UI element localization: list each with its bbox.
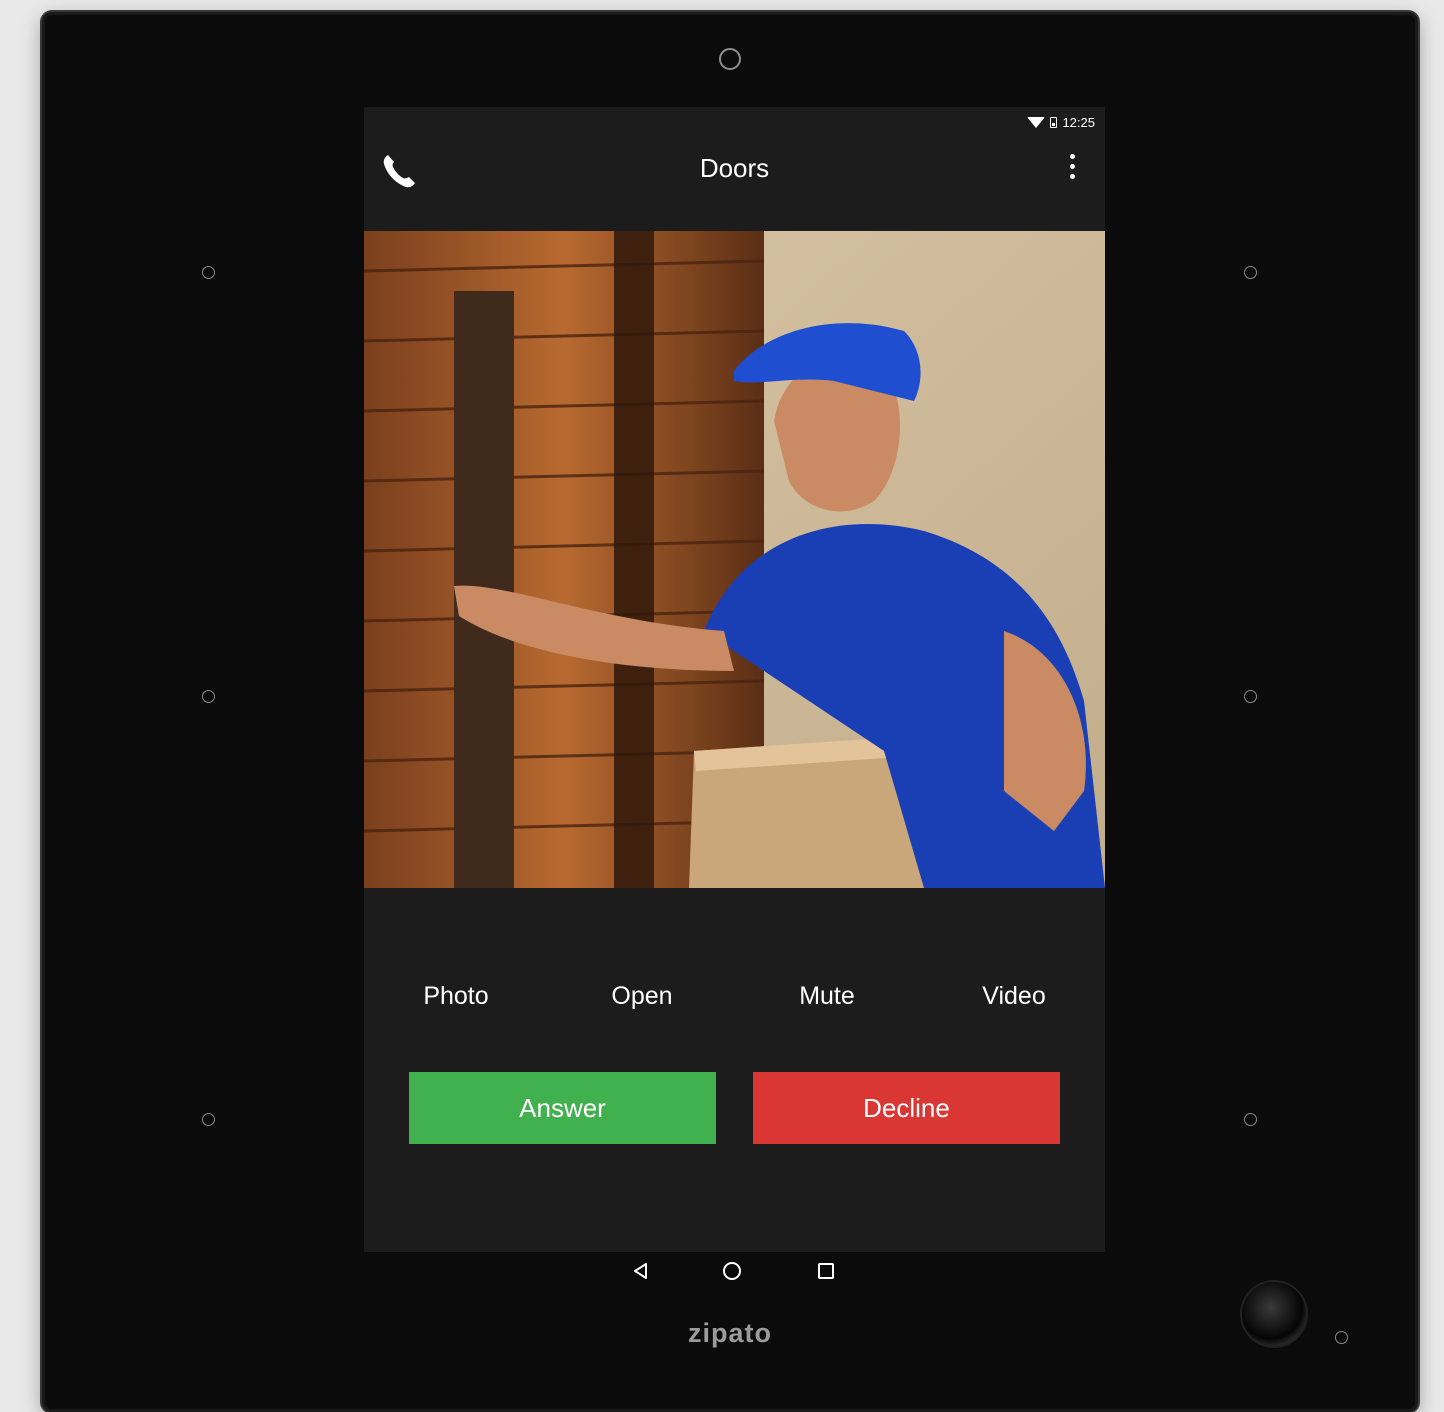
bezel-sensor-dot	[1244, 690, 1257, 703]
mute-button[interactable]: Mute	[757, 982, 897, 1011]
bezel-sensor-dot	[202, 1113, 215, 1126]
proximity-sensor	[1242, 1282, 1306, 1346]
video-button[interactable]: Video	[944, 982, 1084, 1011]
answer-button[interactable]: Answer	[409, 1072, 716, 1144]
video-feed	[364, 231, 1105, 888]
status-time: 12:25	[1062, 114, 1095, 130]
open-button[interactable]: Open	[572, 982, 712, 1011]
back-icon[interactable]	[632, 1262, 648, 1280]
home-icon[interactable]	[723, 1262, 741, 1280]
more-vert-icon[interactable]	[1065, 151, 1079, 187]
android-navbar	[42, 1254, 1418, 1294]
screen: 12:25 Doors Photo Open Mute Video Answer…	[364, 107, 1105, 1252]
wifi-icon	[1027, 116, 1046, 128]
bezel-sensor-dot	[202, 690, 215, 703]
bezel-sensor-dot	[202, 266, 215, 279]
bezel-sensor-dot	[1244, 266, 1257, 279]
intercom-device: 12:25 Doors Photo Open Mute Video Answer…	[42, 12, 1418, 1412]
status-bar: 12:25	[1027, 113, 1095, 131]
bezel-sensor-dot	[1244, 1113, 1257, 1126]
call-actions: Photo Open Mute Video	[364, 982, 1105, 1022]
front-camera	[719, 48, 741, 70]
battery-icon	[1050, 116, 1058, 128]
recents-icon[interactable]	[818, 1263, 834, 1279]
brand-logo: zipato	[688, 1318, 772, 1348]
page-title: Doors	[699, 153, 770, 183]
photo-button[interactable]: Photo	[386, 982, 526, 1011]
app-bar: Doors	[364, 137, 1105, 201]
decline-button[interactable]: Decline	[753, 1072, 1060, 1144]
camera-feed-image	[364, 231, 1105, 888]
